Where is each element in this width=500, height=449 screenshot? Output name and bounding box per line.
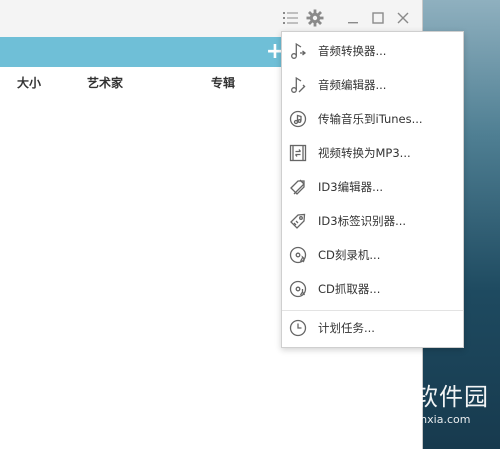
menu-item-video-to-mp3[interactable]: 视频转换为MP3... (282, 136, 463, 170)
menu-item-transfer-itunes[interactable]: 传输音乐到iTunes... (282, 102, 463, 136)
menu-item-cd-ripper[interactable]: CD抓取器... (282, 272, 463, 306)
menu-item-label: CD抓取器... (318, 282, 381, 296)
watermark-title: 当下软件园 (364, 383, 489, 411)
menu-item-label: ID3标签识别器... (318, 214, 407, 228)
clock-icon (288, 318, 308, 338)
video-convert-icon (288, 143, 308, 163)
menu-item-audio-editor[interactable]: 音频编辑器... (282, 68, 463, 102)
list-icon[interactable] (281, 8, 301, 28)
watermark-url: www.downxia.com (368, 413, 471, 426)
gear-icon[interactable] (305, 8, 325, 28)
menu-item-audio-converter[interactable]: 音频转换器... (282, 34, 463, 68)
music-convert-icon (288, 41, 308, 61)
menu-item-label: 计划任务... (318, 321, 375, 335)
itunes-transfer-icon (288, 109, 308, 129)
column-artist[interactable]: 艺术家 (87, 74, 123, 91)
watermark-logo (314, 376, 354, 428)
tools-menu: 音频转换器... 音频编辑器... 传输音乐到iTunes... 视频转换为MP… (281, 31, 464, 348)
menu-item-label: ID3编辑器... (318, 180, 384, 194)
menu-item-id3-editor[interactable]: ID3编辑器... (282, 170, 463, 204)
tag-icon (288, 211, 308, 231)
menu-item-label: 视频转换为MP3... (318, 146, 411, 160)
cd-burn-icon (288, 245, 308, 265)
menu-item-cd-burner[interactable]: CD刻录机... (282, 238, 463, 272)
close-icon[interactable] (393, 8, 413, 28)
menu-item-id3-tag-identifier[interactable]: ID3标签识别器... (282, 204, 463, 238)
column-album[interactable]: 专辑 (211, 74, 235, 91)
id3-edit-icon (288, 177, 308, 197)
minimize-icon[interactable] (343, 8, 363, 28)
music-edit-icon (288, 75, 308, 95)
menu-item-label: CD刻录机... (318, 248, 381, 262)
menu-item-label: 音频编辑器... (318, 78, 387, 92)
menu-item-label: 音频转换器... (318, 44, 387, 58)
watermark: 当下软件园 www.downxia.com (312, 371, 500, 449)
menu-item-scheduled-tasks[interactable]: 计划任务... (282, 311, 463, 345)
maximize-icon[interactable] (368, 8, 388, 28)
menu-item-label: 传输音乐到iTunes... (318, 112, 423, 126)
cd-rip-icon (288, 279, 308, 299)
column-size[interactable]: 大小 (17, 74, 41, 91)
